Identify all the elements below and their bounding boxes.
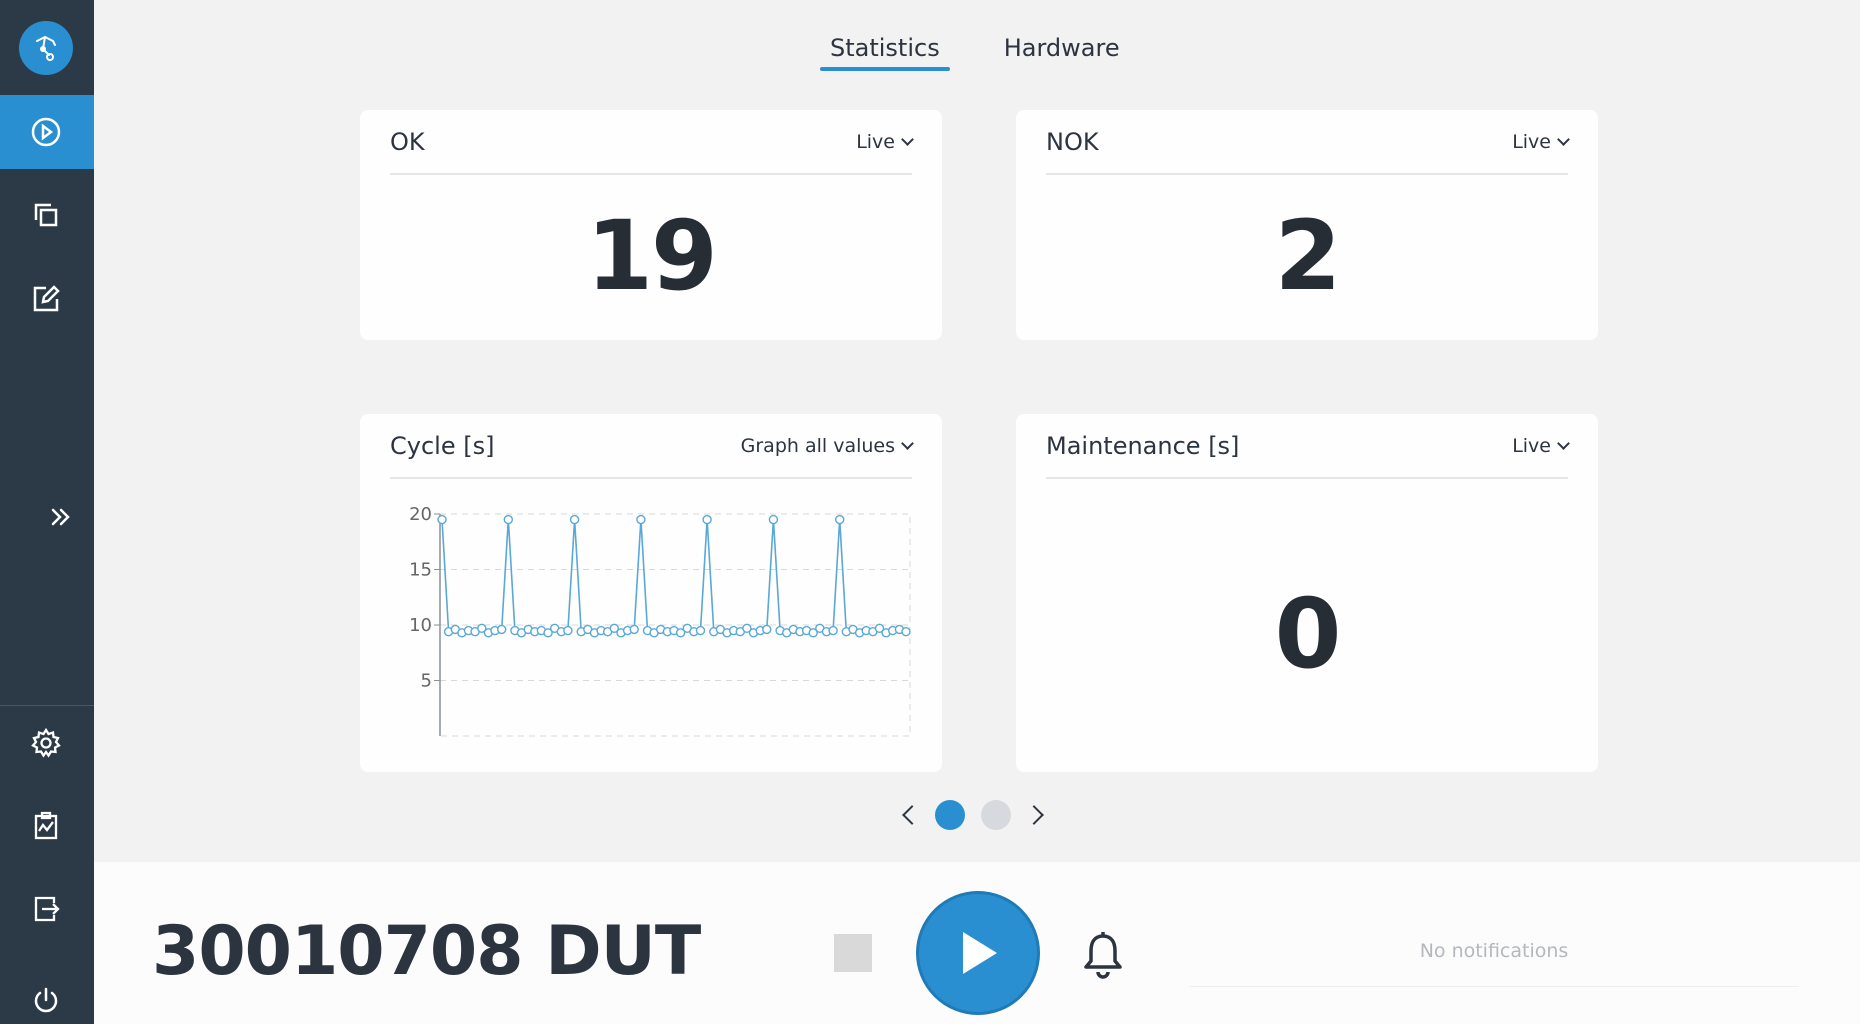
copy-icon[interactable] <box>27 196 65 234</box>
page-pager <box>902 800 1044 830</box>
nok-count: 2 <box>1274 200 1342 312</box>
nok-live-dropdown[interactable]: Live <box>1512 130 1570 153</box>
play-icon <box>963 932 997 974</box>
robot-arm-logo-icon[interactable] <box>19 21 73 75</box>
cycle-data-point <box>437 514 447 525</box>
chevron-down-icon <box>901 132 914 146</box>
cycle-data-point <box>702 514 712 525</box>
chart-y-tick-label: 20 <box>409 504 432 525</box>
cycle-data-point <box>503 514 514 525</box>
chevron-down-icon <box>1557 132 1570 146</box>
power-icon[interactable] <box>27 982 65 1020</box>
nok-card: NOK Live 2 <box>1016 110 1598 340</box>
cycle-series-line <box>441 519 907 634</box>
cycle-data-point <box>636 514 646 525</box>
stop-button[interactable] <box>834 934 872 972</box>
cycle-chart: 5 10 15 20 <box>409 504 911 737</box>
maintenance-card-header: Maintenance [s] Live <box>1046 414 1570 479</box>
ok-card-header: OK Live <box>390 110 914 175</box>
chevron-left-icon[interactable] <box>902 805 922 825</box>
chart-y-tick-label: 10 <box>409 615 432 636</box>
maintenance-value: 0 <box>1274 578 1342 690</box>
cycle-data-point <box>901 626 911 637</box>
cycle-graph-label: Graph all values <box>740 434 895 457</box>
chart-y-tick-label: 15 <box>409 560 432 581</box>
nok-card-title: NOK <box>1046 127 1099 156</box>
cycle-data-point <box>828 625 838 636</box>
ok-card: OK Live 19 <box>360 110 942 340</box>
gear-icon[interactable] <box>27 724 65 762</box>
page-dot-1[interactable] <box>935 800 965 830</box>
tab-bar: Statistics Hardware <box>820 30 1130 71</box>
nok-live-label: Live <box>1512 130 1551 153</box>
bell-icon[interactable] <box>1080 930 1126 980</box>
ok-count: 19 <box>586 200 718 312</box>
cycle-card: Cycle [s] Graph all values 5 10 15 20 <box>360 414 942 772</box>
cycle-data-point <box>569 514 580 525</box>
chevron-down-icon <box>901 436 914 450</box>
double-chevron-right-icon[interactable] <box>42 498 80 536</box>
ok-live-label: Live <box>856 130 895 153</box>
cycle-graph-dropdown[interactable]: Graph all values <box>740 434 914 457</box>
nok-card-header: NOK Live <box>1046 110 1570 175</box>
dut-label: 30010708 DUT <box>152 912 701 991</box>
ok-live-dropdown[interactable]: Live <box>856 130 914 153</box>
cycle-data-point <box>695 625 706 636</box>
maintenance-live-dropdown[interactable]: Live <box>1512 434 1570 457</box>
sidebar <box>0 0 94 1024</box>
sidebar-divider <box>0 705 94 706</box>
notifications-status: No notifications <box>1189 940 1799 987</box>
play-circle-icon[interactable] <box>27 113 65 151</box>
cycle-data-point <box>762 624 772 635</box>
ok-card-title: OK <box>390 127 425 156</box>
tab-hardware[interactable]: Hardware <box>994 30 1130 70</box>
cycle-card-header: Cycle [s] Graph all values <box>390 414 914 479</box>
cycle-data-point <box>496 624 507 635</box>
edit-icon[interactable] <box>27 280 65 318</box>
cycle-card-title: Cycle [s] <box>390 431 495 460</box>
tab-statistics[interactable]: Statistics <box>820 30 950 71</box>
export-icon[interactable] <box>27 890 65 928</box>
page-dot-2[interactable] <box>981 800 1011 830</box>
chart-y-tick-label: 5 <box>421 671 432 692</box>
maintenance-card: Maintenance [s] Live 0 <box>1016 414 1598 772</box>
cycle-data-point <box>835 514 845 525</box>
chevron-down-icon <box>1557 436 1570 450</box>
report-clipboard-icon[interactable] <box>27 807 65 845</box>
bottom-bar: 30010708 DUT No notifications <box>94 862 1860 1024</box>
maintenance-card-title: Maintenance [s] <box>1046 431 1240 460</box>
cycle-data-point <box>768 514 779 525</box>
play-button[interactable] <box>916 891 1040 1015</box>
cycle-data-point <box>629 624 639 635</box>
cycle-data-point <box>563 625 573 636</box>
maintenance-live-label: Live <box>1512 434 1551 457</box>
chevron-right-icon[interactable] <box>1024 805 1044 825</box>
